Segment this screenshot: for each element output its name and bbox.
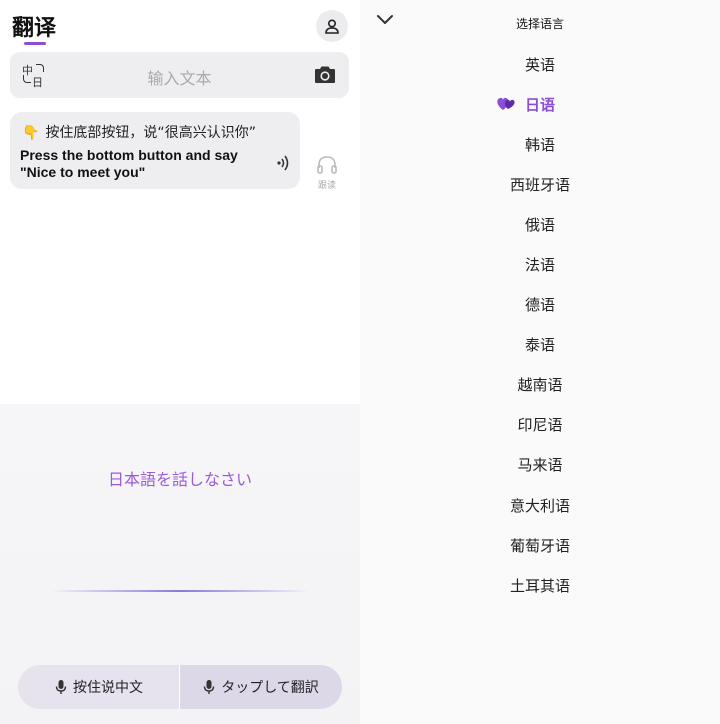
language-list: 英语日语韩语西班牙语俄语法语德语泰语越南语印尼语马来语意大利语葡萄牙语土耳其语 — [360, 44, 720, 605]
hold-speak-chinese-button[interactable]: 按住说中文 — [18, 665, 180, 709]
hold-speak-chinese-label: 按住说中文 — [73, 680, 143, 696]
text-input[interactable]: 输入文本 — [10, 65, 349, 89]
hint-instruction: 按住底部按钮，说“很高兴认识你” — [45, 125, 256, 141]
language-item-label: 西班牙语 — [509, 175, 570, 194]
language-item[interactable]: 西班牙语 — [360, 164, 720, 204]
language-item[interactable]: 法语 — [360, 244, 720, 284]
camera-icon[interactable] — [313, 65, 337, 85]
voice-buttons: 按住说中文 タップして翻訳 — [18, 665, 342, 709]
tap-translate-button[interactable]: タップして翻訳 — [180, 665, 342, 709]
language-item-label: 法语 — [524, 256, 555, 275]
selected-check-icon — [497, 97, 515, 111]
voice-waveform — [50, 590, 310, 592]
language-item[interactable]: 英语 — [360, 44, 720, 84]
hint-english-text: Press the bottom button and say "Nice to… — [20, 147, 238, 180]
language-item[interactable]: 印尼语 — [360, 405, 720, 445]
language-picker: 选择语言 英语日语韩语西班牙语俄语法语德语泰语越南语印尼语马来语意大利语葡萄牙语… — [360, 0, 720, 724]
title-underline — [24, 42, 46, 45]
language-item-label: 越南语 — [517, 376, 563, 395]
page-title: 翻译 — [12, 16, 57, 41]
text-input-bar[interactable]: 中 日 输入文本 — [10, 52, 349, 98]
picker-title: 选择语言 — [515, 17, 564, 31]
language-item-label: 韩语 — [524, 135, 555, 154]
language-item-label: 德语 — [524, 296, 555, 315]
translate-screen: 翻译 中 日 输入文本 👇 按住底部按钮，说“很高兴认识你” Press the … — [0, 0, 360, 724]
language-item[interactable]: 越南语 — [360, 365, 720, 405]
headphones-icon — [317, 156, 337, 174]
speak-prompt: 日本語を話しなさい — [107, 470, 252, 489]
language-item-label: 泰语 — [524, 336, 555, 355]
tap-translate-label: タップして翻訳 — [221, 680, 319, 696]
language-item-label: 意大利语 — [509, 496, 570, 515]
language-item[interactable]: 意大利语 — [360, 485, 720, 525]
language-item[interactable]: 土耳其语 — [360, 565, 720, 605]
language-item-label: 英语 — [524, 55, 555, 74]
pointing-down-icon: 👇 — [22, 125, 40, 141]
speaker-wave-icon[interactable] — [276, 154, 290, 172]
language-item[interactable]: 德语 — [360, 285, 720, 325]
user-icon — [325, 19, 339, 34]
example-hint-card: 👇 按住底部按钮，说“很高兴认识你” Press the bottom butto… — [10, 112, 300, 189]
language-item[interactable]: 俄语 — [360, 204, 720, 244]
language-item[interactable]: 日语 — [360, 84, 720, 124]
follow-read-button[interactable]: 跟读 — [313, 155, 341, 191]
language-item[interactable]: 马来语 — [360, 445, 720, 485]
language-item-label: 马来语 — [517, 456, 563, 475]
microphone-icon — [55, 680, 67, 694]
language-item[interactable]: 泰语 — [360, 325, 720, 365]
language-item-label: 印尼语 — [517, 416, 563, 435]
language-item-label: 土耳其语 — [509, 576, 570, 595]
language-item-label: 俄语 — [524, 215, 555, 234]
language-item[interactable]: 韩语 — [360, 124, 720, 164]
language-item[interactable]: 葡萄牙语 — [360, 525, 720, 565]
follow-read-label: 跟读 — [317, 181, 336, 191]
profile-button[interactable] — [316, 10, 348, 42]
language-item-label: 葡萄牙语 — [509, 536, 570, 555]
language-item-label: 日语 — [524, 95, 555, 114]
microphone-icon — [204, 680, 215, 694]
